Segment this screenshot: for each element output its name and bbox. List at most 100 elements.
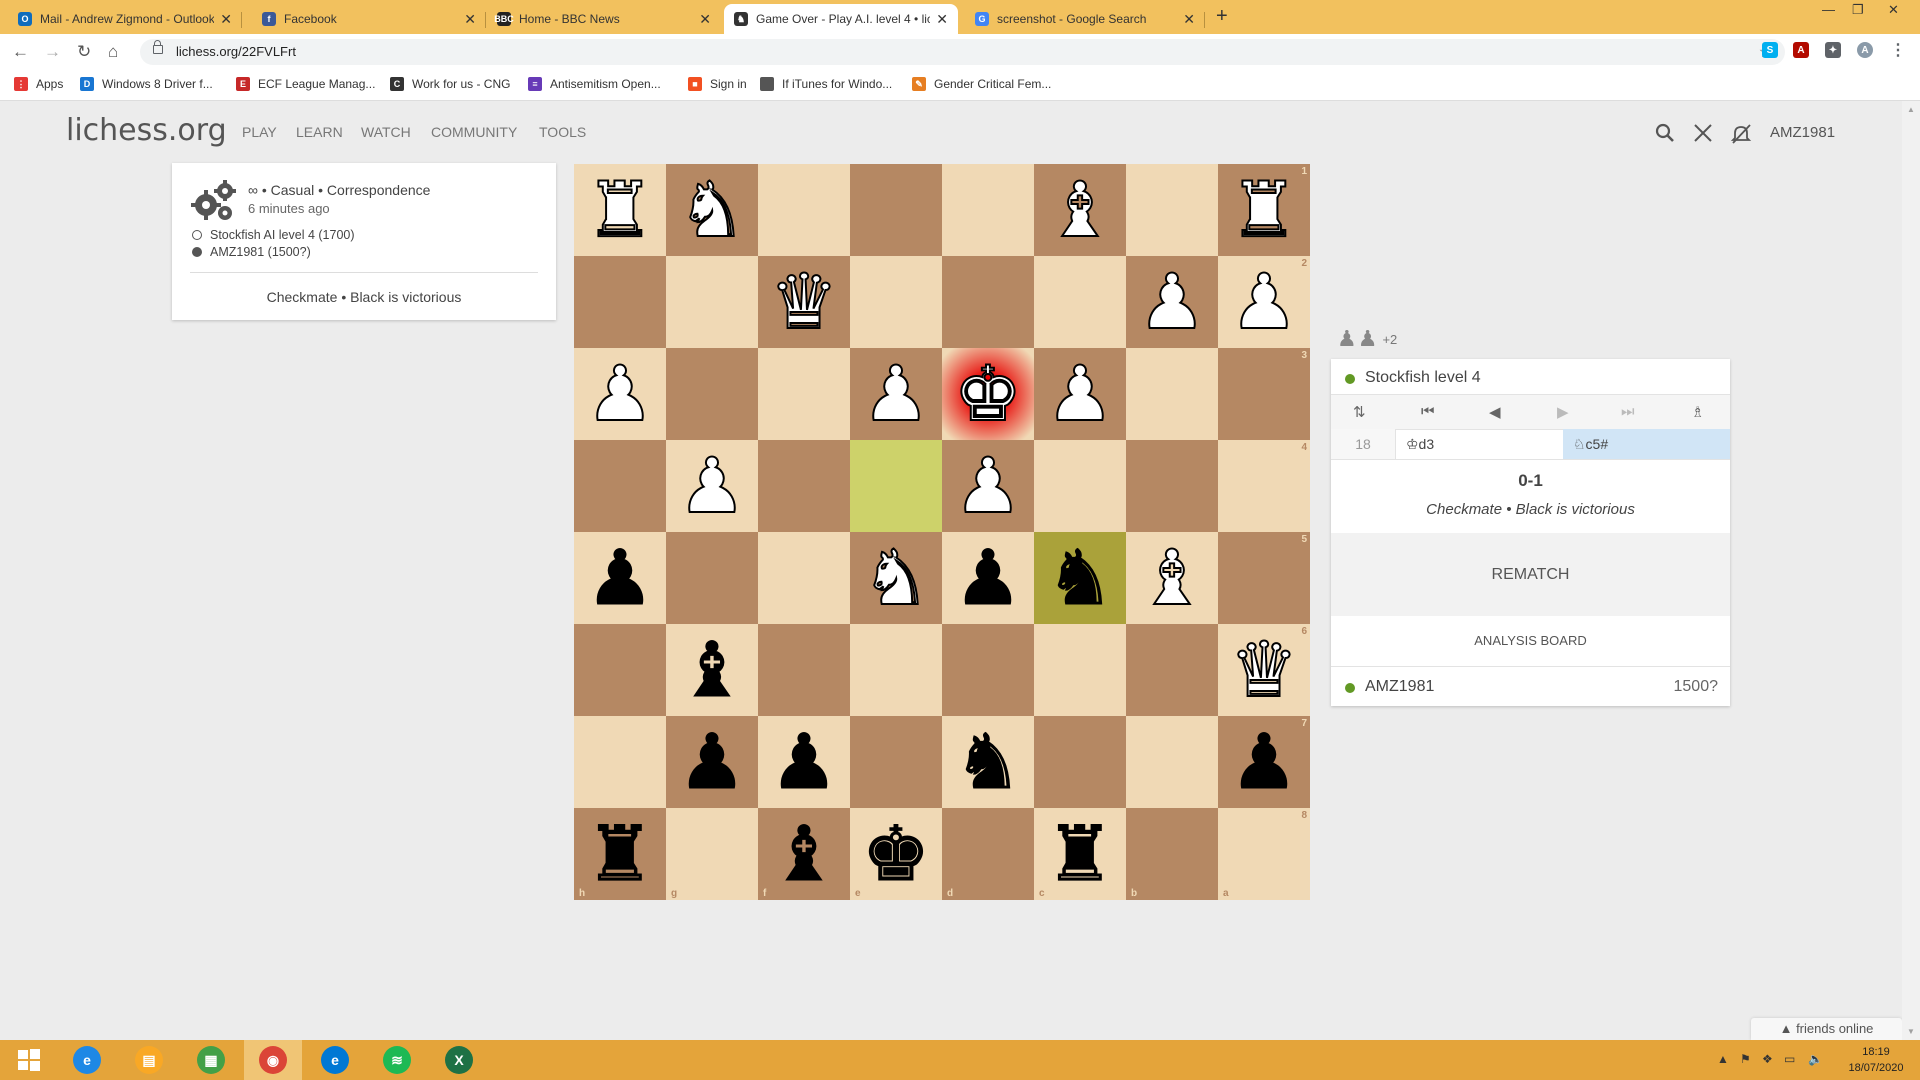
black-bishop-icon[interactable]: ♝ bbox=[769, 815, 838, 892]
white-pawn-icon[interactable]: ♟ bbox=[677, 447, 747, 525]
white-king-icon[interactable]: ♚ bbox=[953, 355, 1023, 433]
board-square-b2[interactable]: ♟ bbox=[1126, 256, 1218, 348]
profile-avatar[interactable]: A bbox=[1857, 42, 1873, 58]
browser-menu-icon[interactable]: ⋮ bbox=[1890, 42, 1906, 59]
board-square-a7[interactable]: ♟ 7 bbox=[1218, 716, 1310, 808]
white-bishop-icon[interactable]: ♝ bbox=[1045, 171, 1115, 249]
board-square-g3[interactable] bbox=[666, 348, 758, 440]
white-bishop-icon[interactable]: ♝ bbox=[1137, 539, 1207, 617]
scroll-down-icon[interactable]: ▼ bbox=[1907, 1027, 1915, 1036]
board-square-h2[interactable] bbox=[574, 256, 666, 348]
skype-extension-icon[interactable]: S bbox=[1762, 42, 1778, 58]
white-pawn-icon[interactable]: ♟ bbox=[1137, 263, 1207, 341]
board-square-c3[interactable]: ♟ bbox=[1034, 348, 1126, 440]
page-scrollbar[interactable]: ▲ ▼ bbox=[1902, 101, 1920, 1040]
challenge-swords-icon[interactable] bbox=[1693, 123, 1713, 149]
bookmark-item[interactable]: ■ Sign in bbox=[688, 77, 747, 91]
reload-icon[interactable]: ↻ bbox=[77, 42, 91, 62]
board-square-e7[interactable] bbox=[850, 716, 942, 808]
board-square-b7[interactable] bbox=[1126, 716, 1218, 808]
black-knight-icon[interactable]: ♞ bbox=[953, 723, 1022, 800]
board-square-c6[interactable] bbox=[1034, 624, 1126, 716]
board-square-a6[interactable]: ♛ 6 bbox=[1218, 624, 1310, 716]
board-square-g4[interactable]: ♟ bbox=[666, 440, 758, 532]
white-rook-icon[interactable]: ♜ bbox=[585, 171, 655, 249]
url-text[interactable]: lichess.org/22FVLFrt bbox=[176, 44, 296, 59]
minimize-button[interactable]: — bbox=[1822, 2, 1835, 17]
black-pawn-icon[interactable]: ♟ bbox=[677, 723, 746, 800]
white-player-name[interactable]: Stockfish AI level 4 (1700) bbox=[210, 228, 355, 242]
previous-move-icon[interactable]: ◀ bbox=[1489, 403, 1501, 421]
board-square-d4[interactable]: ♟ bbox=[942, 440, 1034, 532]
network-tray-icon[interactable]: ▭ bbox=[1784, 1052, 1795, 1066]
board-square-h5[interactable]: ♟ bbox=[574, 532, 666, 624]
black-player-name[interactable]: AMZ1981 (1500?) bbox=[210, 245, 311, 259]
board-square-e5[interactable]: ♞ bbox=[850, 532, 942, 624]
browser-tab[interactable]: ♞ Game Over - Play A.I. level 4 • lichess… bbox=[724, 4, 958, 34]
new-tab-button[interactable]: + bbox=[1216, 5, 1228, 28]
close-window-button[interactable]: ✕ bbox=[1888, 2, 1899, 18]
black-pawn-icon[interactable]: ♟ bbox=[769, 723, 838, 800]
home-icon[interactable]: ⌂ bbox=[108, 42, 118, 62]
board-square-h6[interactable] bbox=[574, 624, 666, 716]
analysis-board-button[interactable]: ANALYSIS BOARD bbox=[1331, 616, 1730, 666]
board-square-e2[interactable] bbox=[850, 256, 942, 348]
bookmark-item[interactable]: If iTunes for Windo... bbox=[760, 77, 892, 91]
white-knight-icon[interactable]: ♞ bbox=[861, 539, 931, 617]
board-square-c7[interactable] bbox=[1034, 716, 1126, 808]
board-square-e6[interactable] bbox=[850, 624, 942, 716]
rematch-button[interactable]: REMATCH bbox=[1331, 533, 1730, 616]
board-square-g1[interactable]: ♞ bbox=[666, 164, 758, 256]
board-square-f4[interactable] bbox=[758, 440, 850, 532]
black-king-icon[interactable]: ♚ bbox=[861, 815, 930, 892]
board-square-d1[interactable] bbox=[942, 164, 1034, 256]
board-square-f2[interactable]: ♛ bbox=[758, 256, 850, 348]
taskbar-app-button[interactable]: ▤ bbox=[120, 1040, 178, 1080]
board-square-h1[interactable]: ♜ bbox=[574, 164, 666, 256]
board-square-b1[interactable] bbox=[1126, 164, 1218, 256]
board-square-h8[interactable]: ♜ h bbox=[574, 808, 666, 900]
taskbar-app-button[interactable]: ▦ bbox=[182, 1040, 240, 1080]
taskbar-app-button[interactable]: e bbox=[58, 1040, 116, 1080]
board-square-a8[interactable]: 8a bbox=[1218, 808, 1310, 900]
bookmark-item[interactable]: C Work for us - CNG bbox=[390, 77, 510, 91]
nav-play[interactable]: PLAY bbox=[242, 124, 277, 140]
close-tab-icon[interactable]: ✕ bbox=[936, 11, 948, 28]
board-square-e3[interactable]: ♟ bbox=[850, 348, 942, 440]
chess-board[interactable]: ♜ ♞ ♝ ♜ 1 ♛ ♟ ♟ 2 ♟ ♟ ♚ ♟ 3 ♟ ♟ 4 ♟ ♞ ♟ ♞ ♝ 5 ♝ ♛ 6 ♟ ♟ ♞ ♟ 7 ♜ h g ♝ f ♚ e d ♜… bbox=[574, 164, 1310, 900]
board-square-a5[interactable]: 5 bbox=[1218, 532, 1310, 624]
white-move[interactable]: ♔d3 bbox=[1396, 429, 1563, 459]
player-name[interactable]: AMZ1981 bbox=[1365, 678, 1434, 696]
user-menu[interactable]: AMZ1981 bbox=[1770, 124, 1835, 141]
black-move[interactable]: ♘c5# bbox=[1563, 429, 1730, 459]
forward-icon[interactable]: → bbox=[44, 42, 61, 62]
board-square-b8[interactable]: b bbox=[1126, 808, 1218, 900]
maximize-button[interactable]: ❐ bbox=[1852, 2, 1864, 18]
board-square-a2[interactable]: ♟ 2 bbox=[1218, 256, 1310, 348]
notifications-muted-icon[interactable] bbox=[1730, 123, 1752, 151]
board-square-a4[interactable]: 4 bbox=[1218, 440, 1310, 532]
board-square-c5[interactable]: ♞ bbox=[1034, 532, 1126, 624]
friends-online-button[interactable]: ▲ friends online bbox=[1751, 1018, 1902, 1040]
black-pawn-icon[interactable]: ♟ bbox=[1229, 723, 1298, 800]
black-knight-icon[interactable]: ♞ bbox=[1045, 539, 1114, 616]
nav-tools[interactable]: TOOLS bbox=[539, 124, 586, 140]
first-move-icon[interactable]: ⏮ bbox=[1421, 403, 1435, 420]
acrobat-tray-icon[interactable]: ⚑ bbox=[1740, 1052, 1751, 1066]
pdf-extension-icon[interactable]: A bbox=[1793, 42, 1809, 58]
board-square-f7[interactable]: ♟ bbox=[758, 716, 850, 808]
nav-community[interactable]: COMMUNITY bbox=[431, 124, 517, 140]
bookmark-item[interactable]: ≡ Antisemitism Open... bbox=[528, 77, 661, 91]
white-rook-icon[interactable]: ♜ bbox=[1229, 171, 1299, 249]
board-square-a1[interactable]: ♜ 1 bbox=[1218, 164, 1310, 256]
board-square-g7[interactable]: ♟ bbox=[666, 716, 758, 808]
next-move-icon[interactable]: ▶ bbox=[1557, 403, 1569, 421]
board-square-d3[interactable]: ♚ bbox=[942, 348, 1034, 440]
board-square-e4[interactable] bbox=[850, 440, 942, 532]
board-square-h3[interactable]: ♟ bbox=[574, 348, 666, 440]
black-bishop-icon[interactable]: ♝ bbox=[677, 631, 746, 708]
system-clock[interactable]: 18:19 18/07/2020 bbox=[1846, 1044, 1906, 1076]
flip-board-icon[interactable]: ⇅ bbox=[1353, 403, 1366, 421]
white-pawn-icon[interactable]: ♟ bbox=[1045, 355, 1115, 433]
white-queen-icon[interactable]: ♛ bbox=[1229, 631, 1299, 709]
